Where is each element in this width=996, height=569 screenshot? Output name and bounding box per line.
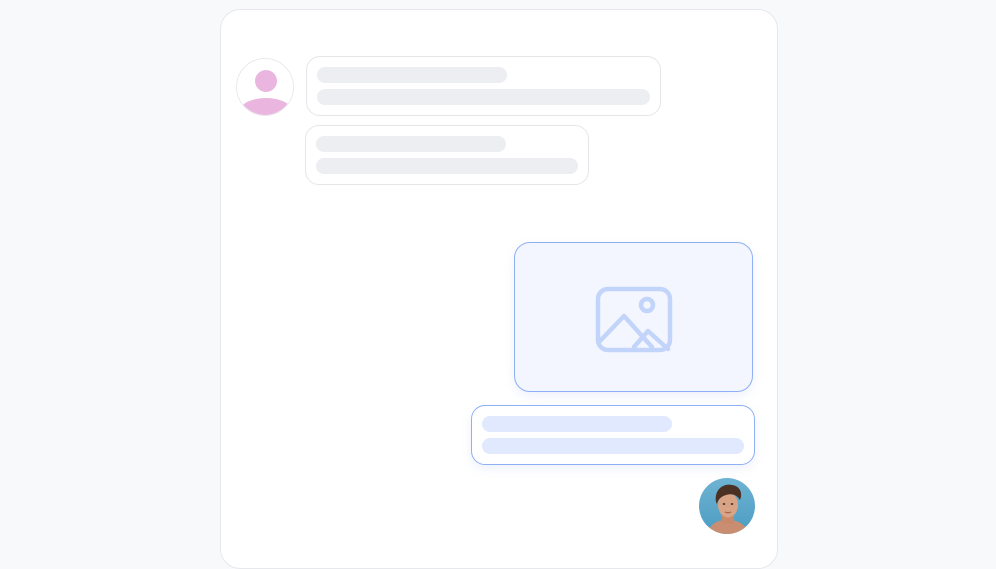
text-placeholder-line xyxy=(317,67,507,83)
person-icon xyxy=(240,70,292,115)
text-placeholder-line xyxy=(482,438,744,454)
outgoing-image-message[interactable] xyxy=(514,242,753,392)
text-placeholder-line xyxy=(482,416,672,432)
outgoing-text-message[interactable] xyxy=(471,405,755,465)
contact-avatar xyxy=(236,58,294,116)
text-placeholder-line xyxy=(316,158,578,174)
text-placeholder-line xyxy=(317,89,650,105)
incoming-message-1[interactable] xyxy=(306,56,661,116)
text-placeholder-line xyxy=(316,136,506,152)
incoming-message-2[interactable] xyxy=(305,125,589,185)
user-avatar-photo xyxy=(699,478,755,534)
image-icon xyxy=(595,286,673,353)
